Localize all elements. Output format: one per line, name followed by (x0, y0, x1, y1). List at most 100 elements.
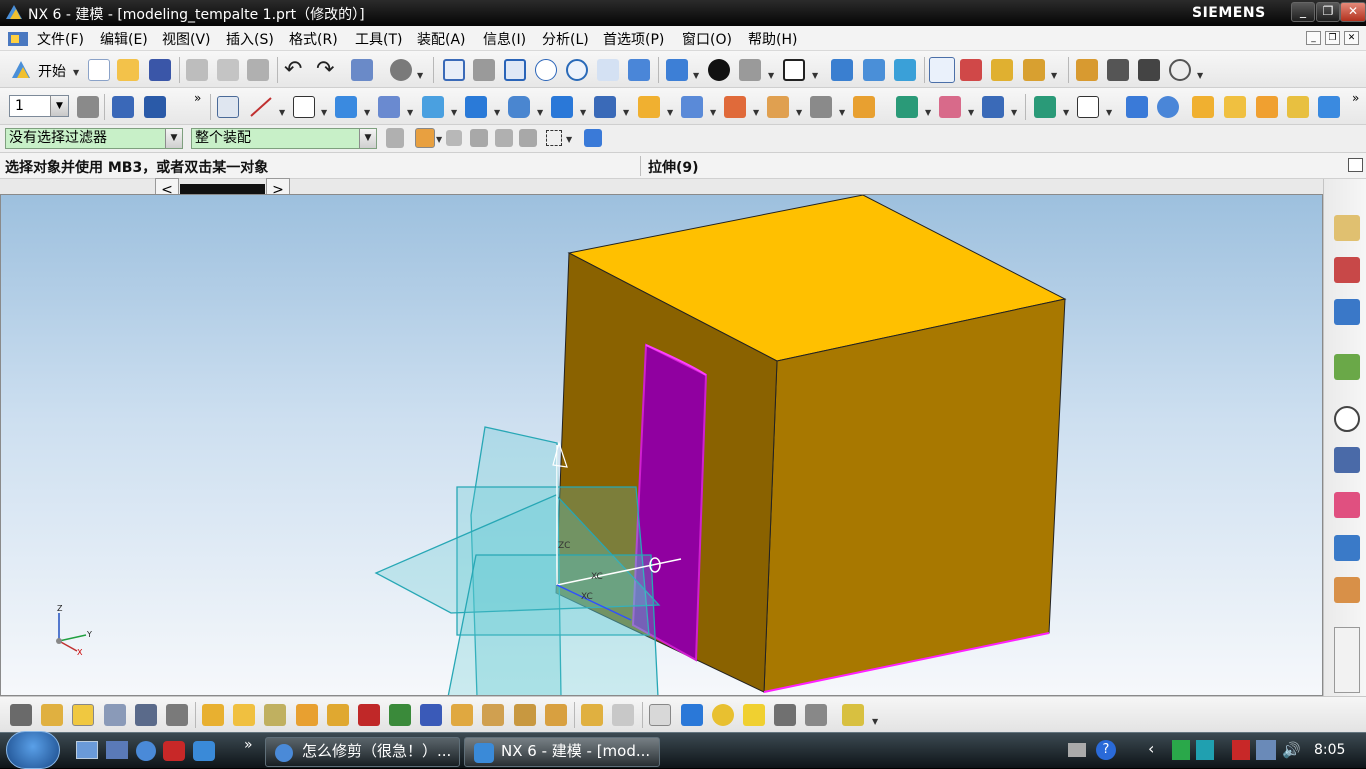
move-face-icon[interactable] (1034, 96, 1056, 118)
start-orb-icon[interactable] (6, 731, 60, 769)
block-dropdown-icon[interactable]: ▼ (364, 108, 370, 117)
block-icon[interactable] (335, 96, 357, 118)
select-face-icon[interactable] (495, 129, 513, 147)
alert-tray-icon[interactable] (1232, 740, 1250, 760)
snap-settings-dropdown-icon[interactable]: ▼ (436, 135, 442, 144)
assembly-navigator-icon[interactable] (1076, 59, 1098, 81)
menu-edit[interactable]: 编辑(E) (100, 29, 148, 49)
network-app-tray-icon[interactable] (1196, 740, 1214, 760)
selection-priority-icon[interactable] (112, 96, 134, 118)
graphics-window[interactable]: ZC XC XC Z Y X (0, 194, 1323, 696)
menu-window[interactable]: 窗口(O) (682, 29, 732, 49)
new-file-icon[interactable] (88, 59, 110, 81)
hole-icon[interactable] (465, 96, 487, 118)
assembly-cut-icon[interactable] (805, 704, 827, 726)
network-tray-icon[interactable] (1256, 740, 1276, 760)
snap-settings-icon[interactable] (415, 128, 435, 148)
wave-geometry-linker-icon[interactable] (581, 704, 603, 726)
move-component-icon[interactable] (389, 704, 411, 726)
sheet-icon[interactable] (1077, 96, 1099, 118)
shell-dropdown-icon[interactable]: ▼ (968, 108, 974, 117)
emboss-icon[interactable] (1287, 96, 1309, 118)
extrude-dropdown-icon[interactable]: ▼ (407, 108, 413, 117)
fullscreen-icon[interactable] (1348, 158, 1363, 172)
unite-dropdown-icon[interactable]: ▼ (796, 108, 802, 117)
rotate-icon[interactable] (566, 59, 588, 81)
revolve-dropdown-icon[interactable]: ▼ (451, 108, 457, 117)
replace-component-icon[interactable] (327, 704, 349, 726)
redo-icon[interactable]: ↷ (316, 57, 334, 82)
trim-body-icon[interactable] (810, 96, 832, 118)
curve-dropdown-icon[interactable]: ▼ (279, 108, 285, 117)
save-icon[interactable] (149, 59, 171, 81)
menu-insert[interactable]: 插入(S) (226, 29, 274, 49)
shell-icon[interactable] (939, 96, 961, 118)
assembly-navigator-tab-icon[interactable] (1334, 215, 1360, 241)
doc-restore-button[interactable]: ❐ (1325, 31, 1340, 45)
mirror-dropdown-icon[interactable]: ▼ (1011, 108, 1017, 117)
quicklaunch-more-icon[interactable]: » (244, 737, 253, 753)
paste-icon[interactable] (247, 59, 269, 81)
menu-preferences[interactable]: 首选项(P) (603, 29, 664, 49)
type-filter-dropdown-icon[interactable]: ▼ (165, 129, 182, 148)
pan-icon[interactable] (597, 59, 619, 81)
color-dropdown-icon[interactable]: ▼ (812, 71, 818, 80)
show-component-icon[interactable] (72, 704, 94, 726)
menu-format[interactable]: 格式(R) (289, 29, 338, 49)
find-binoculars-icon[interactable] (390, 59, 412, 81)
find-dropdown-icon[interactable]: ▼ (417, 71, 423, 80)
repeat-command-icon[interactable] (351, 59, 373, 81)
layer-settings-icon[interactable] (77, 96, 99, 118)
sphere-icon[interactable] (1157, 96, 1179, 118)
more-tools-icon[interactable]: » (194, 91, 201, 105)
solidworks-icon[interactable] (163, 741, 185, 761)
process-studio-tab-icon[interactable] (1334, 535, 1360, 561)
wcs-orient-icon[interactable] (894, 59, 916, 81)
link-icon[interactable] (545, 704, 567, 726)
section-view-icon[interactable] (831, 59, 853, 81)
menu-assembly[interactable]: 装配(A) (417, 29, 466, 49)
sheet-dropdown-icon[interactable]: ▼ (1106, 108, 1112, 117)
clearance-analysis-icon[interactable] (649, 704, 671, 726)
blend-dropdown-icon[interactable]: ▼ (667, 108, 673, 117)
tray-expand-icon[interactable]: ‹ (1148, 739, 1154, 758)
background-icon[interactable] (739, 59, 761, 81)
pocket-icon[interactable] (594, 96, 616, 118)
product-outline-icon[interactable] (104, 704, 126, 726)
system-materials-tab-icon[interactable] (1334, 447, 1360, 473)
measure-angle-icon[interactable] (1023, 59, 1045, 81)
resource-scroll[interactable] (1334, 627, 1360, 693)
menu-help[interactable]: 帮助(H) (748, 29, 797, 49)
extrude-icon[interactable] (378, 96, 400, 118)
menu-view[interactable]: 视图(V) (162, 29, 211, 49)
open-folder-icon[interactable] (117, 59, 139, 81)
history-tab-icon[interactable] (1334, 406, 1360, 432)
rendering-style-icon[interactable] (708, 59, 730, 81)
part-navigator-tab-icon[interactable] (1334, 299, 1360, 325)
edge-blend-icon[interactable] (638, 96, 660, 118)
menu-information[interactable]: 信息(I) (483, 29, 526, 49)
help-tray-icon[interactable]: ? (1096, 740, 1116, 760)
doc-close-button[interactable]: ✕ (1344, 31, 1359, 45)
pattern-dropdown-icon[interactable]: ▼ (753, 108, 759, 117)
draft-icon[interactable] (1126, 96, 1148, 118)
wave-icon[interactable] (166, 704, 188, 726)
pocket-dropdown-icon[interactable]: ▼ (623, 108, 629, 117)
analysis-dropdown-icon[interactable]: ▼ (1197, 71, 1203, 80)
explode-view-icon[interactable] (482, 704, 504, 726)
sequence-navigator-icon[interactable] (842, 704, 864, 726)
line-icon[interactable] (249, 96, 273, 118)
offset-face-icon[interactable] (896, 96, 918, 118)
restore-button[interactable]: ❐ (1316, 2, 1340, 22)
background-dropdown-icon[interactable]: ▼ (768, 71, 774, 80)
arrangements-icon[interactable] (743, 704, 765, 726)
component-array-icon[interactable] (296, 704, 318, 726)
layer-select[interactable]: 1 ▼ (9, 95, 69, 117)
mirror-assembly-icon[interactable] (358, 704, 380, 726)
visualization-tab-icon[interactable] (1334, 492, 1360, 518)
interpart-link-icon[interactable] (612, 704, 634, 726)
tube-icon[interactable] (1256, 96, 1278, 118)
datum-plane-icon[interactable] (293, 96, 315, 118)
rectangle-select-icon[interactable] (546, 130, 562, 146)
security-tray-icon[interactable] (1172, 740, 1190, 760)
